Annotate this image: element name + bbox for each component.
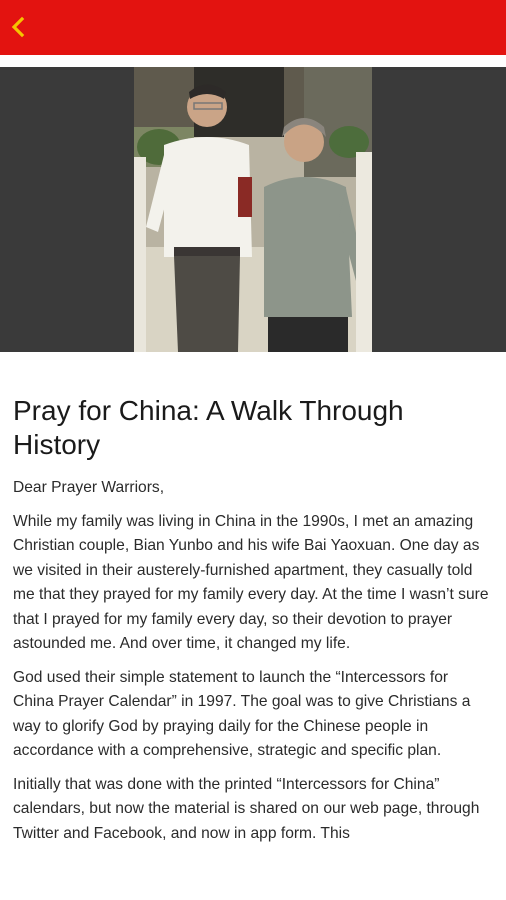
article-greeting: Dear Prayer Warriors,	[13, 479, 165, 496]
app-bar	[0, 0, 506, 55]
article-hero-image	[0, 67, 506, 352]
back-button[interactable]	[4, 12, 32, 42]
article-body: Pray for China: A Walk Through History D…	[13, 394, 493, 855]
article-paragraph: While my family was living in China in t…	[13, 512, 489, 653]
article-title: Pray for China: A Walk Through History	[13, 395, 404, 460]
chevron-left-icon	[11, 16, 25, 38]
couple-photo	[134, 67, 372, 352]
article-paragraph: God used their simple statement to launc…	[13, 668, 471, 760]
article-paragraph: Initially that was done with the printed…	[13, 775, 480, 842]
